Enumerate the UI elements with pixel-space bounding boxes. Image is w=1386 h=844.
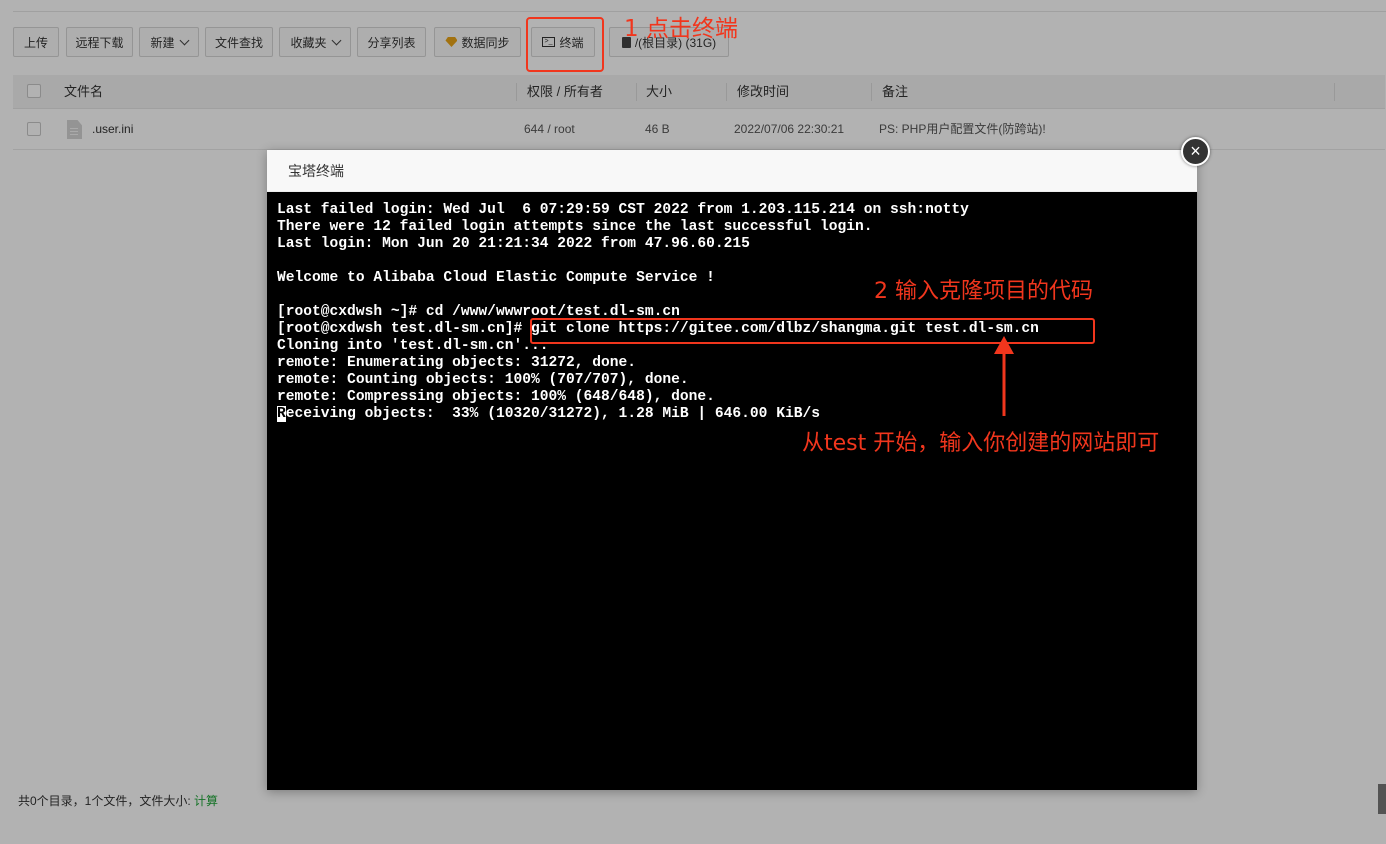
terminal-modal: 宝塔终端 Last failed login: Wed Jul 6 07:29:… — [267, 150, 1197, 790]
terminal-line: remote: Compressing objects: 100% (648/6… — [277, 389, 715, 405]
terminal-current-line: eceiving objects: 33% (10320/31272), 1.2… — [285, 406, 820, 422]
terminal-line: Last failed login: Wed Jul 6 07:29:59 CS… — [277, 202, 969, 218]
terminal-line: Cloning into 'test.dl-sm.cn'... — [277, 338, 549, 354]
annotation-arrow — [994, 336, 1014, 416]
terminal-line: remote: Counting objects: 100% (707/707)… — [277, 372, 689, 388]
annotation-step2: 2 输入克隆项目的代码 — [874, 279, 1093, 304]
close-icon[interactable]: × — [1181, 137, 1210, 166]
annotation-step1: 1 点击终端 — [624, 16, 738, 42]
terminal-line: Last login: Mon Jun 20 21:21:34 2022 fro… — [277, 236, 750, 252]
terminal-line: There were 12 failed login attempts sinc… — [277, 219, 873, 235]
terminal-output: Last failed login: Wed Jul 6 07:29:59 CS… — [277, 202, 1039, 423]
arrow-head — [994, 336, 1014, 354]
annotation-note: 从test 开始，输入你创建的网站即可 — [802, 431, 1160, 456]
terminal-line: remote: Enumerating objects: 31272, done… — [277, 355, 637, 371]
terminal-line: Welcome to Alibaba Cloud Elastic Compute… — [277, 270, 715, 286]
terminal-cursor: R — [277, 406, 286, 422]
annotation-box-terminal-button — [526, 17, 604, 72]
modal-title: 宝塔终端 — [267, 150, 1197, 192]
